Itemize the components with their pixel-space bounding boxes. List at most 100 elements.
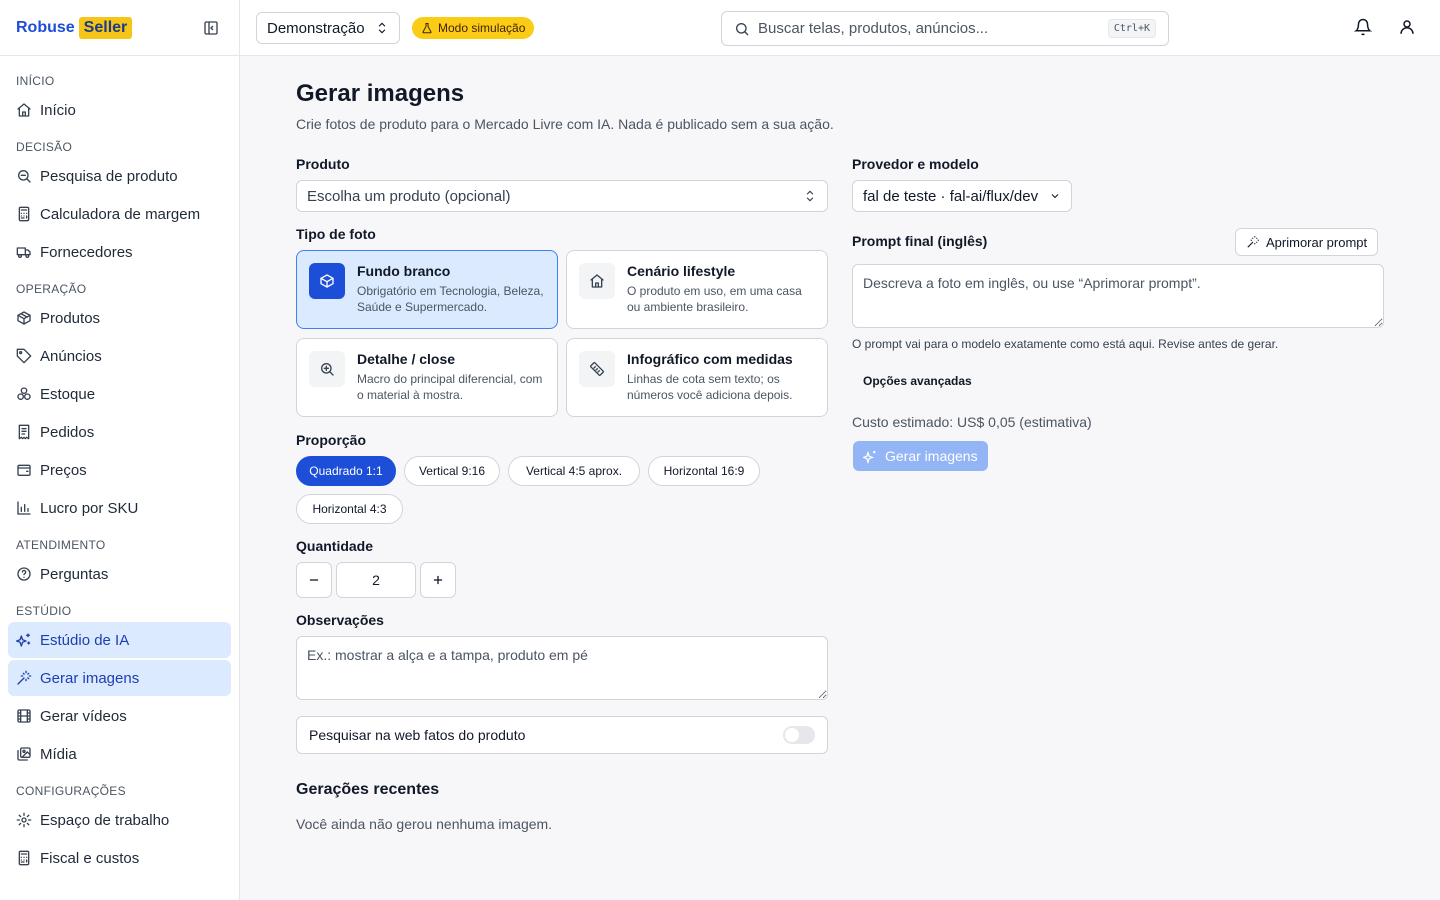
sidebar-item-label: Produtos xyxy=(40,309,101,327)
photo-type-icon xyxy=(309,263,345,299)
package-icon xyxy=(17,311,31,325)
sidebar-nav: INÍCIO Início DECISÃO Pesquisa de produto Ca… xyxy=(0,56,239,876)
recent-generations-empty: Você ainda não gerou nenhuma imagem. xyxy=(296,816,553,832)
ratio-label: Proporção xyxy=(296,432,367,448)
truck-icon xyxy=(16,247,31,258)
brand-name-part1: Robuse xyxy=(16,18,75,36)
sidebar-item-label: Estúdio de IA xyxy=(40,631,130,649)
photo-type-card[interactable]: Infográfico com medidas Linhas de cota se… xyxy=(566,338,828,417)
page-subtitle: Crie fotos de produto para o Mercado Liv… xyxy=(296,116,834,132)
help-circle-icon xyxy=(17,567,31,581)
sidebar-item-label: Calculadora de margem xyxy=(40,205,201,223)
gear-icon xyxy=(16,812,32,828)
sidebar-item[interactable]: Gerar imagens xyxy=(8,660,231,696)
sidebar-item-label: Lucro por SKU xyxy=(40,499,139,517)
sidebar-item-label: Estoque xyxy=(40,385,96,403)
sidebar-item[interactable]: Preços xyxy=(8,452,231,488)
sidebar-section-title: OPERAÇÃO xyxy=(16,282,87,296)
sidebar-section-title: INÍCIO xyxy=(16,74,55,88)
page-title: Gerar imagens xyxy=(296,80,465,107)
quantity-decrease-button[interactable] xyxy=(296,562,332,598)
photo-type-label: Tipo de foto xyxy=(296,226,376,242)
search-input[interactable] xyxy=(758,20,1100,37)
ratio-option[interactable]: Quadrado 1:1 xyxy=(296,456,396,486)
sidebar-item-label: Perguntas xyxy=(40,565,109,583)
improve-prompt-button[interactable]: Aprimorar prompt xyxy=(1235,228,1379,256)
sidebar-item[interactable]: Mídia xyxy=(8,736,231,772)
sidebar-item-label: Pesquisa de produto xyxy=(40,167,178,185)
notes-textarea[interactable] xyxy=(296,636,828,700)
sidebar-item[interactable]: Pesquisa de produto xyxy=(8,158,231,194)
sparkles-icon xyxy=(863,450,876,464)
sidebar-item[interactable]: Perguntas xyxy=(8,556,231,592)
sidebar-section-title: CONFIGURAÇÕES xyxy=(16,784,126,798)
photo-type-desc: O produto em uso, em uma casa ou ambient… xyxy=(627,284,802,314)
sidebar-item[interactable]: Início xyxy=(8,92,231,128)
sidebar-item[interactable]: Produtos xyxy=(8,300,231,336)
ratio-option[interactable]: Horizontal 16:9 xyxy=(648,456,760,486)
sidebar-item[interactable]: Lucro por SKU xyxy=(8,490,231,526)
ratio-option[interactable]: Horizontal 4:3 xyxy=(296,494,403,524)
sidebar-item[interactable]: Estoque xyxy=(8,376,231,412)
prompt-textarea[interactable] xyxy=(852,264,1384,328)
user-icon xyxy=(1400,20,1414,34)
product-select[interactable]: Escolha um produto (opcional) xyxy=(296,180,828,212)
sidebar-item[interactable]: Calculadora de margem xyxy=(8,196,231,232)
ruler-icon xyxy=(589,361,605,377)
notifications-button[interactable] xyxy=(1354,18,1374,38)
sidebar-item[interactable]: Espaço de trabalho xyxy=(8,802,231,838)
generate-images-label: Gerar imagens xyxy=(885,448,978,464)
topbar: Demonstração Modo simulação Ctrl+K xyxy=(240,0,1440,56)
bell-icon xyxy=(1354,18,1372,36)
sidebar-collapse-button[interactable] xyxy=(199,16,223,40)
simulation-mode-badge: Modo simulação xyxy=(412,17,535,39)
ratio-option[interactable]: Vertical 4:5 aprox. xyxy=(508,456,640,486)
photo-type-title: Infográfico com medidas xyxy=(627,351,793,367)
user-menu-button[interactable] xyxy=(1398,18,1418,38)
photo-type-card[interactable]: Cenário lifestyle O produto em uso, em um… xyxy=(566,250,828,329)
sidebar-item-label: Gerar imagens xyxy=(40,669,140,687)
notes-label: Observações xyxy=(296,612,384,628)
web-search-toggle[interactable] xyxy=(783,726,815,744)
search-zoom-icon xyxy=(18,170,31,183)
workspace-select-value: Demonstração xyxy=(267,19,365,37)
chevron-down-icon xyxy=(1051,194,1059,199)
product-label: Produto xyxy=(296,156,350,172)
sidebar-item[interactable]: Fiscal e custos xyxy=(8,840,231,876)
sidebar-item-label: Anúncios xyxy=(40,347,102,365)
plus-icon xyxy=(433,575,443,585)
provider-select[interactable]: fal de teste · fal-ai/flux/dev xyxy=(852,180,1072,212)
photo-type-icon xyxy=(579,351,615,387)
provider-label: Provedor e modelo xyxy=(852,156,979,172)
brand-logo[interactable]: Robuse Seller xyxy=(16,16,133,39)
sidebar-item[interactable]: Pedidos xyxy=(8,414,231,450)
sidebar-item-label: Espaço de trabalho xyxy=(40,811,170,829)
sidebar-item[interactable]: Anúncios xyxy=(8,338,231,374)
calculator-icon xyxy=(18,850,30,866)
ratio-option[interactable]: Vertical 9:16 xyxy=(404,456,500,486)
generate-images-button[interactable]: Gerar imagens xyxy=(853,441,988,471)
flask-icon xyxy=(422,23,432,34)
product-select-placeholder: Escolha um produto (opcional) xyxy=(307,187,511,205)
quantity-input[interactable] xyxy=(336,562,416,598)
sidebar-item-label: Fiscal e custos xyxy=(40,849,140,867)
quantity-label: Quantidade xyxy=(296,538,374,554)
sidebar-item[interactable]: Fornecedores xyxy=(8,234,231,270)
photo-type-title: Fundo branco xyxy=(357,263,451,279)
sidebar-item[interactable]: Estúdio de IA xyxy=(8,622,231,658)
photo-type-card[interactable]: Fundo branco Obrigatório em Tecnologia, B… xyxy=(296,250,558,329)
quantity-increase-button[interactable] xyxy=(420,562,456,598)
sidebar-section-title: DECISÃO xyxy=(16,140,73,154)
bar-chart-icon xyxy=(17,501,31,515)
sidebar-item[interactable]: Gerar vídeos xyxy=(8,698,231,734)
panel-left-icon xyxy=(204,20,218,35)
advanced-options-toggle[interactable]: Opções avançadas xyxy=(863,374,972,388)
recent-generations-title: Gerações recentes xyxy=(296,781,440,798)
photo-type-card[interactable]: Detalhe / close Macro do principal difere… xyxy=(296,338,558,417)
global-search[interactable]: Ctrl+K xyxy=(721,11,1169,46)
tag-icon xyxy=(16,348,32,364)
sidebar: Robuse Seller INÍCIO Início DECISÃO Pesquis… xyxy=(0,0,240,900)
simulation-mode-label: Modo simulação xyxy=(438,21,526,35)
chevrons-up-down-icon xyxy=(806,190,814,202)
workspace-select[interactable]: Demonstração xyxy=(256,12,400,44)
